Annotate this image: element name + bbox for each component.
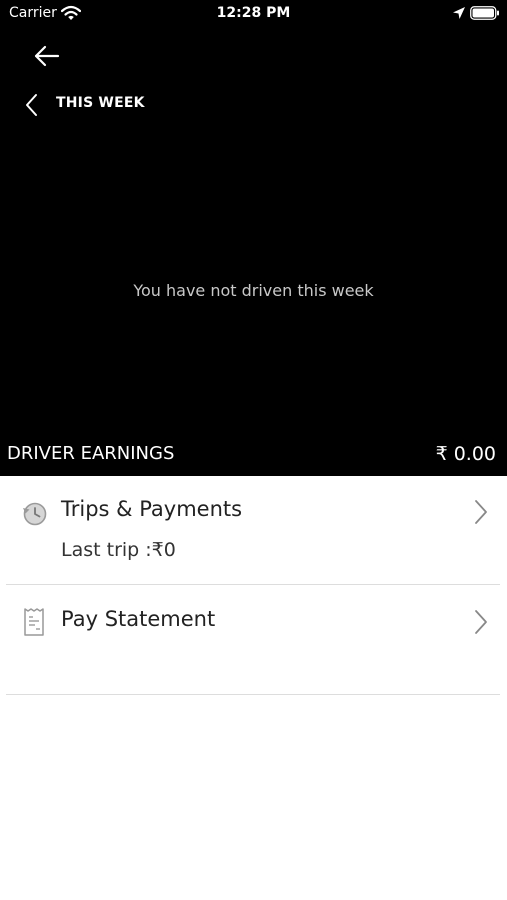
trips-payments-row[interactable]: Trips & Payments Last trip :₹0: [0, 476, 507, 584]
chevron-right-icon: [475, 610, 487, 634]
driver-earnings-value: ₹ 0.00: [435, 443, 496, 465]
pay-statement-title: Pay Statement: [61, 607, 216, 631]
trips-payments-title: Trips & Payments: [61, 497, 243, 521]
chevron-right-icon: [475, 500, 487, 524]
receipt-icon: [24, 608, 44, 636]
empty-chart-message: You have not driven this week: [133, 281, 374, 300]
status-time: 12:28 PM: [216, 5, 291, 21]
last-trip-text: Last trip :₹0: [61, 539, 176, 561]
earnings-header: Carrier 12:28 PM THIS WEEK You have not …: [0, 0, 507, 476]
pay-statement-row[interactable]: Pay Statement: [0, 585, 507, 694]
driver-earnings-label: DRIVER EARNINGS: [7, 443, 175, 464]
week-selector-label[interactable]: THIS WEEK: [56, 95, 145, 111]
history-clock-icon: [23, 502, 47, 526]
row-divider: [6, 694, 500, 695]
battery-icon: [470, 6, 499, 20]
chevron-left-icon[interactable]: [22, 92, 42, 118]
location-arrow-icon: [453, 7, 465, 19]
back-arrow-icon[interactable]: [31, 42, 61, 70]
status-bar: Carrier 12:28 PM: [0, 0, 507, 28]
